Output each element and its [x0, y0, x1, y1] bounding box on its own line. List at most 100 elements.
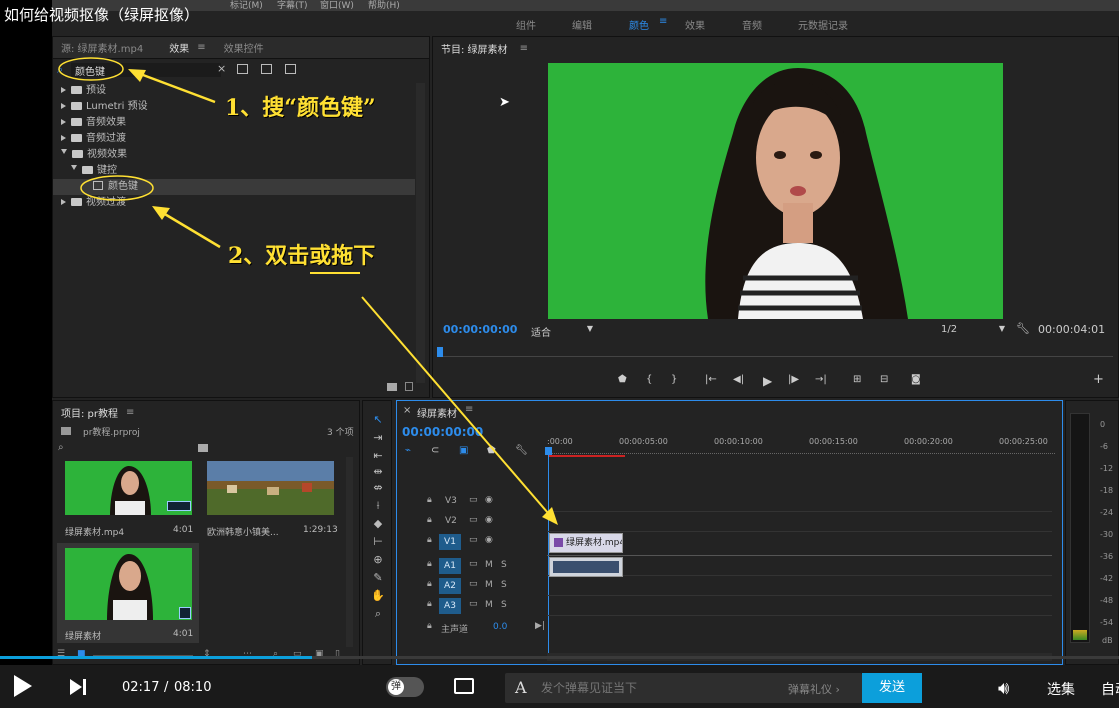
- auto-button[interactable]: 自动: [1101, 679, 1119, 699]
- episode-select-button[interactable]: 选集: [1047, 679, 1075, 699]
- danmaku-toggle[interactable]: 弹: [386, 677, 424, 697]
- 32bit-effects-icon[interactable]: [261, 64, 272, 74]
- pen-tool-icon[interactable]: ⊕: [371, 553, 385, 567]
- wrench-icon[interactable]: 🔧︎: [515, 445, 528, 456]
- add-marker-icon[interactable]: ▣: [459, 445, 468, 456]
- play-icon[interactable]: [14, 675, 32, 697]
- volume-icon[interactable]: 🔊︎: [998, 678, 1009, 699]
- track-area[interactable]: 绿屏素材.mp4: [547, 461, 1052, 651]
- mute-icon[interactable]: M: [485, 580, 493, 590]
- delete-icon[interactable]: [405, 382, 413, 391]
- workspace-tab-editing[interactable]: 编辑: [572, 17, 592, 32]
- rolling-edit-tool-icon[interactable]: ⇹: [371, 465, 385, 479]
- wrench-icon[interactable]: 🔧︎: [1016, 322, 1030, 335]
- timeline-timecode[interactable]: 00:00:00:00: [402, 425, 483, 439]
- tab-source[interactable]: 源: 绿屏素材.mp4: [53, 40, 151, 55]
- workspace-tab-color[interactable]: 颜色: [629, 17, 649, 32]
- danmaku-settings-icon[interactable]: [454, 678, 474, 694]
- time-ruler[interactable]: :00:00 00:00:05:00 00:00:10:00 00:00:15:…: [547, 433, 1057, 461]
- sync-icon[interactable]: ▭: [469, 559, 478, 569]
- menu-title[interactable]: 字幕(T): [277, 0, 308, 11]
- sync-icon[interactable]: ▭: [469, 515, 478, 525]
- project-item[interactable]: 绿屏素材.mp4 4:01: [57, 457, 197, 541]
- go-to-out-icon[interactable]: →|: [815, 374, 827, 385]
- danmaku-input[interactable]: [541, 679, 771, 697]
- rate-stretch-tool-icon[interactable]: ⇎: [371, 481, 385, 495]
- work-area-bar[interactable]: [549, 455, 625, 457]
- program-timecode[interactable]: 00:00:00:00: [443, 323, 517, 336]
- danmaku-style-icon[interactable]: A: [515, 678, 527, 697]
- slip-tool-icon[interactable]: ◆: [371, 517, 385, 531]
- sync-icon[interactable]: ▭: [469, 599, 478, 609]
- panel-menu-icon[interactable]: ≡: [520, 43, 528, 54]
- step-back-icon[interactable]: ◀|: [733, 374, 744, 385]
- accelerated-effects-icon[interactable]: [237, 64, 248, 74]
- search-icon[interactable]: ⌕: [58, 442, 64, 453]
- go-to-in-icon[interactable]: |←: [705, 374, 717, 385]
- tree-item-presets[interactable]: 预设: [61, 83, 106, 99]
- solo-icon[interactable]: S: [501, 580, 507, 590]
- tree-item-color-key[interactable]: 颜色键: [53, 179, 415, 195]
- workspace-tab-audio[interactable]: 音频: [742, 17, 762, 32]
- yuv-effects-icon[interactable]: [285, 64, 296, 74]
- tree-item-audio-effects[interactable]: 音频效果: [61, 115, 126, 131]
- tab-menu-icon[interactable]: ≡: [197, 42, 205, 53]
- project-panel-title[interactable]: 项目: pr教程: [53, 405, 126, 420]
- master-value[interactable]: 0.0: [493, 622, 507, 632]
- magnifier-tool-icon[interactable]: ⌕: [371, 607, 385, 621]
- add-button-icon[interactable]: +: [1093, 372, 1104, 387]
- extract-icon[interactable]: ⊟: [880, 374, 888, 385]
- mute-icon[interactable]: M: [485, 560, 493, 570]
- go-to-end-icon[interactable]: ▶|: [535, 621, 545, 631]
- selection-tool-icon[interactable]: ↖: [371, 413, 385, 427]
- eye-icon[interactable]: ◉: [485, 535, 493, 545]
- sync-icon[interactable]: ▭: [469, 535, 478, 545]
- lock-icon[interactable]: 🔒︎: [427, 495, 432, 505]
- mark-out-icon[interactable]: }: [671, 374, 677, 385]
- danmaku-etiquette-link[interactable]: 弹幕礼仪 ›: [788, 681, 840, 697]
- lift-icon[interactable]: ⊞: [853, 374, 861, 385]
- lock-icon[interactable]: 🔒︎: [427, 535, 432, 545]
- workspace-menu-icon[interactable]: ≡: [659, 16, 667, 27]
- hand-tool-icon[interactable]: ✎: [371, 571, 385, 585]
- ripple-edit-tool-icon[interactable]: ⇤: [371, 449, 385, 463]
- project-item[interactable]: 欧洲韩意小镇美... 1:29:13: [201, 457, 351, 541]
- workspace-tab-assembly[interactable]: 组件: [516, 17, 536, 32]
- effects-scrollbar[interactable]: [416, 83, 425, 383]
- new-folder-icon[interactable]: [387, 383, 397, 391]
- track-select-tool-icon[interactable]: ⇥: [371, 431, 385, 445]
- tree-item-audio-transitions[interactable]: 音频过渡: [61, 131, 126, 147]
- snap-icon[interactable]: ⌁: [405, 445, 411, 456]
- menu-mark[interactable]: 标记(M): [230, 0, 263, 11]
- track-label[interactable]: V2: [445, 516, 457, 526]
- razor-tool-icon[interactable]: ⟊: [371, 499, 385, 513]
- play-icon[interactable]: ▶: [763, 374, 772, 388]
- lock-icon[interactable]: 🔒︎: [427, 621, 432, 631]
- mark-in-icon[interactable]: {: [646, 374, 652, 385]
- menu-window[interactable]: 窗口(W): [320, 0, 354, 11]
- lock-icon[interactable]: 🔒︎: [427, 579, 432, 589]
- video-progress-track[interactable]: [0, 656, 1119, 659]
- track-label[interactable]: V1: [439, 534, 461, 550]
- eye-icon[interactable]: ◉: [485, 515, 493, 525]
- tree-item-video-effects[interactable]: 视频效果: [61, 147, 127, 163]
- add-marker-icon[interactable]: ⬟: [618, 374, 627, 385]
- slide-tool-icon[interactable]: ⊢: [371, 535, 385, 549]
- tree-item-lumetri[interactable]: Lumetri 预设: [61, 99, 148, 115]
- zoom-tool-icon[interactable]: ✋: [371, 589, 385, 603]
- panel-menu-icon[interactable]: ≡: [465, 404, 473, 415]
- project-scrollbar[interactable]: [346, 457, 353, 647]
- mute-icon[interactable]: M: [485, 600, 493, 610]
- program-monitor-title[interactable]: 节目: 绿屏素材: [433, 41, 516, 56]
- tree-item-video-transitions[interactable]: 视频过渡: [61, 195, 126, 211]
- workspace-tab-effects[interactable]: 效果: [685, 17, 705, 32]
- workspace-tab-metadata[interactable]: 元数据记录: [798, 17, 848, 32]
- fit-dropdown[interactable]: 适合 ▼: [531, 324, 593, 339]
- solo-icon[interactable]: S: [501, 600, 507, 610]
- panel-menu-icon[interactable]: ≡: [126, 407, 134, 418]
- sync-icon[interactable]: ▭: [469, 579, 478, 589]
- playhead-marker[interactable]: [545, 447, 552, 455]
- step-forward-icon[interactable]: |▶: [788, 374, 799, 385]
- effects-search-input[interactable]: [71, 63, 221, 77]
- linked-selection-icon[interactable]: ⊂: [431, 445, 439, 456]
